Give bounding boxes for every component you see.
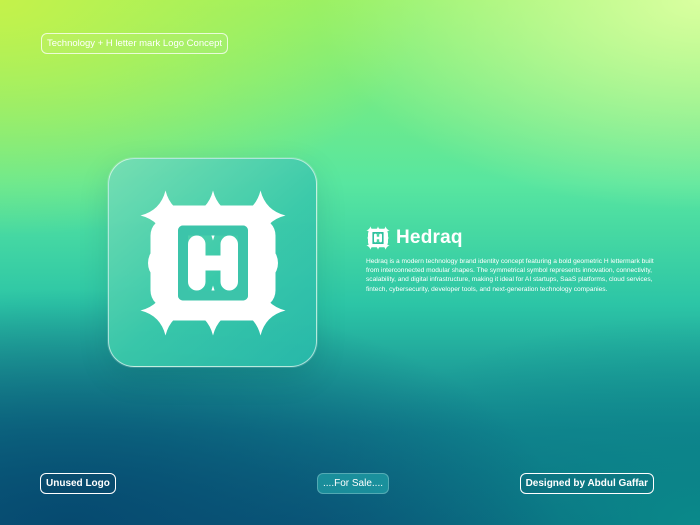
designer-credit-badge: Designed by Abdul Gaffar [519, 473, 654, 494]
brand-description: Hedraq is a modern technology brand iden… [366, 258, 654, 293]
brand-header: Hedraq [366, 226, 463, 250]
unused-logo-badge: Unused Logo [40, 473, 116, 494]
hedraq-lettermark-icon [140, 190, 285, 335]
logo-card [108, 158, 317, 367]
for-sale-badge: ....For Sale.... [317, 473, 390, 494]
hedraq-logo-icon [366, 226, 390, 250]
brand-name: Hedraq [396, 227, 463, 248]
concept-title-badge: Technology + H letter mark Logo Concept [41, 33, 229, 54]
